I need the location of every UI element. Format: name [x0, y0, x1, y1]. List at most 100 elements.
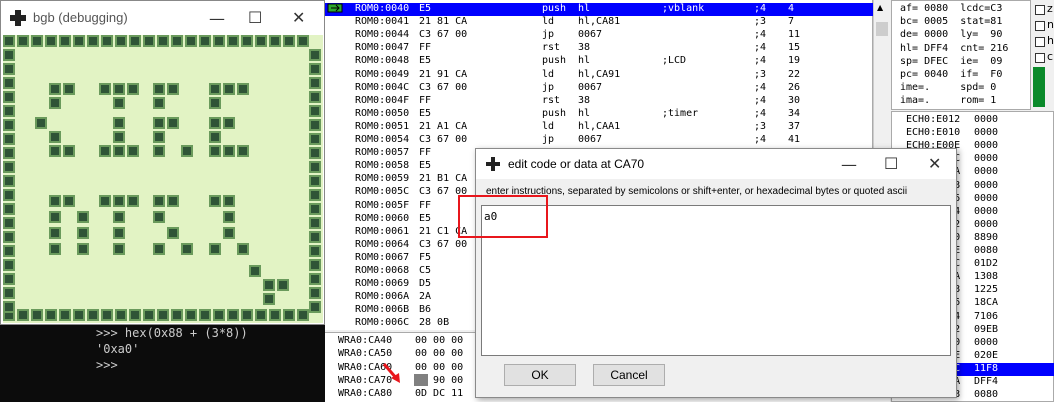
- dialog-app-icon: [486, 157, 500, 171]
- stack-value: 0000: [974, 114, 999, 125]
- bgb-title: bgb (debugging): [33, 10, 128, 25]
- screen-tile: [223, 227, 235, 239]
- screen-tile: [309, 189, 321, 201]
- screen-tile: [209, 243, 221, 255]
- ok-button[interactable]: OK: [504, 364, 576, 386]
- memory-bytes: 00 00 00: [415, 361, 464, 373]
- screen-tile: [113, 83, 125, 95]
- dialog-maximize-button[interactable]: ☐: [884, 154, 898, 173]
- screen-tile: [77, 227, 89, 239]
- screen-tile: [99, 83, 111, 95]
- screen-tile: [3, 63, 15, 75]
- dialog-hint: enter instructions, separated by semicol…: [486, 186, 908, 197]
- screen-tile: [309, 231, 321, 243]
- stack-row[interactable]: ECH0:E012 0000: [892, 114, 1054, 127]
- screen-tile: [213, 309, 225, 321]
- bgb-window: bgb (debugging) — ☐ ✕: [0, 0, 325, 325]
- instruction-total: 26: [788, 81, 801, 93]
- close-button[interactable]: ✕: [292, 8, 305, 27]
- stack-row[interactable]: ECH0:E010 0000: [892, 127, 1054, 140]
- screen-tile: [209, 195, 221, 207]
- dialog-minimize-button[interactable]: —: [841, 155, 857, 174]
- screen-tile: [3, 189, 15, 201]
- screen-tile: [77, 211, 89, 223]
- instruction-address: ROM0:0047: [355, 42, 410, 54]
- screen-tile: [59, 309, 71, 321]
- code-input[interactable]: a0: [481, 205, 951, 356]
- instruction-bytes: E5: [419, 55, 432, 67]
- stack-value: 0000: [974, 127, 999, 139]
- screen-tile: [297, 35, 309, 47]
- minimize-button[interactable]: —: [209, 9, 225, 28]
- flag-checkbox-z[interactable]: [1035, 5, 1045, 15]
- instruction-total: 37: [788, 120, 801, 132]
- screen-tile: [309, 91, 321, 103]
- bgb-titlebar[interactable]: bgb (debugging) — ☐ ✕: [1, 1, 324, 35]
- register-line: ime=. spd= 0: [900, 82, 997, 94]
- cancel-button[interactable]: Cancel: [593, 364, 665, 386]
- screen-tile: [115, 35, 127, 47]
- dialog-close-button[interactable]: ✕: [928, 154, 941, 173]
- disassembly-row[interactable]: ROM0:0054 C3 67 00 jp 0067 ;4 41: [325, 134, 873, 147]
- instruction-total: 41: [788, 134, 801, 145]
- stack-value: 01D2: [974, 258, 999, 270]
- screen-tile: [157, 35, 169, 47]
- disassembly-row[interactable]: ROM0:004F FF rst 38 ;4 30: [325, 95, 873, 108]
- screen-tile: [3, 203, 15, 215]
- screen-tile: [309, 175, 321, 187]
- screen-tile: [35, 117, 47, 129]
- disassembly-row[interactable]: ROM0:0049 21 91 CA ld hl,CA91 ;3 22: [325, 69, 873, 82]
- instruction-address: ROM0:0040: [355, 3, 410, 14]
- stack-value: DFF4: [974, 376, 999, 387]
- disassembly-row[interactable]: ROM0:0050 E5 push hl ;timer ;4 34: [325, 108, 873, 121]
- screen-tile: [309, 133, 321, 145]
- memory-bytes: 00 00 00: [415, 348, 464, 360]
- instruction-address: ROM0:0048: [355, 55, 410, 67]
- python-console[interactable]: >>> hex(0x88 + (3*8)) '0xa0' >>>: [0, 325, 325, 402]
- instruction-address: ROM0:0051: [355, 120, 410, 132]
- maximize-button[interactable]: ☐: [248, 8, 262, 27]
- console-line: >>> hex(0x88 + (3*8)): [96, 326, 248, 340]
- scroll-up-icon[interactable]: ▲: [877, 3, 883, 12]
- screen-tile: [309, 259, 321, 271]
- disassembly-row[interactable]: ROM0:0044 C3 67 00 jp 0067 ;4 11: [325, 29, 873, 42]
- disassembly-row[interactable]: ROM0:004C C3 67 00 jp 0067 ;4 26: [325, 82, 873, 95]
- stack-value: 1308: [974, 271, 999, 283]
- instruction-mnemonic: push: [542, 55, 567, 67]
- screen-tile: [157, 309, 169, 321]
- disassembly-row[interactable]: ROM0:0040 E5 push hl ;vblank ;4 4: [325, 3, 873, 17]
- instruction-mnemonic: ld: [542, 68, 555, 80]
- instruction-bytes: 21 81 CA: [419, 16, 468, 28]
- disassembly-row[interactable]: ROM0:0047 FF rst 38 ;4 15: [325, 42, 873, 55]
- disassembly-row[interactable]: ROM0:0051 21 A1 CA ld hl,CAA1 ;3 37: [325, 121, 873, 134]
- screen-tile: [167, 83, 179, 95]
- screen-tile: [3, 35, 15, 47]
- screen-tile: [309, 147, 321, 159]
- instruction-bytes: E5: [419, 160, 432, 172]
- screen-tile: [227, 309, 239, 321]
- gameboy-screen[interactable]: [3, 35, 323, 323]
- screen-tile: [309, 119, 321, 131]
- scroll-thumb[interactable]: [876, 22, 888, 36]
- screen-tile: [237, 145, 249, 157]
- stack-value: 7106: [974, 310, 999, 322]
- screen-tile: [129, 309, 141, 321]
- screen-tile: [153, 195, 165, 207]
- instruction-bytes: FF: [419, 199, 432, 211]
- instruction-cycles: ;4: [754, 107, 767, 119]
- instruction-address: ROM0:0060: [355, 212, 410, 224]
- disassembly-row[interactable]: ROM0:0048 E5 push hl ;LCD ;4 19: [325, 55, 873, 68]
- registers-pane[interactable]: af= 0080 lcdc=C3 bc= 0005 stat=81 de= 0000…: [891, 0, 1031, 110]
- annotation-box: [458, 195, 548, 238]
- flag-checkbox-n[interactable]: [1035, 21, 1045, 31]
- disassembly-row[interactable]: ROM0:0041 21 81 CA ld hl,CA81 ;3 7: [325, 16, 873, 29]
- instruction-mnemonic: push: [542, 107, 567, 119]
- dialog-titlebar[interactable]: edit code or data at CA70 — ☐ ✕: [476, 149, 956, 179]
- instruction-bytes: FF: [419, 42, 432, 54]
- instruction-bytes: E5: [419, 3, 432, 14]
- flag-checkbox-h[interactable]: [1035, 37, 1045, 47]
- instruction-bytes: F5: [419, 251, 432, 263]
- instruction-operands: 38: [578, 94, 591, 106]
- flag-checkbox-c[interactable]: [1035, 53, 1045, 63]
- screen-tile: [309, 217, 321, 229]
